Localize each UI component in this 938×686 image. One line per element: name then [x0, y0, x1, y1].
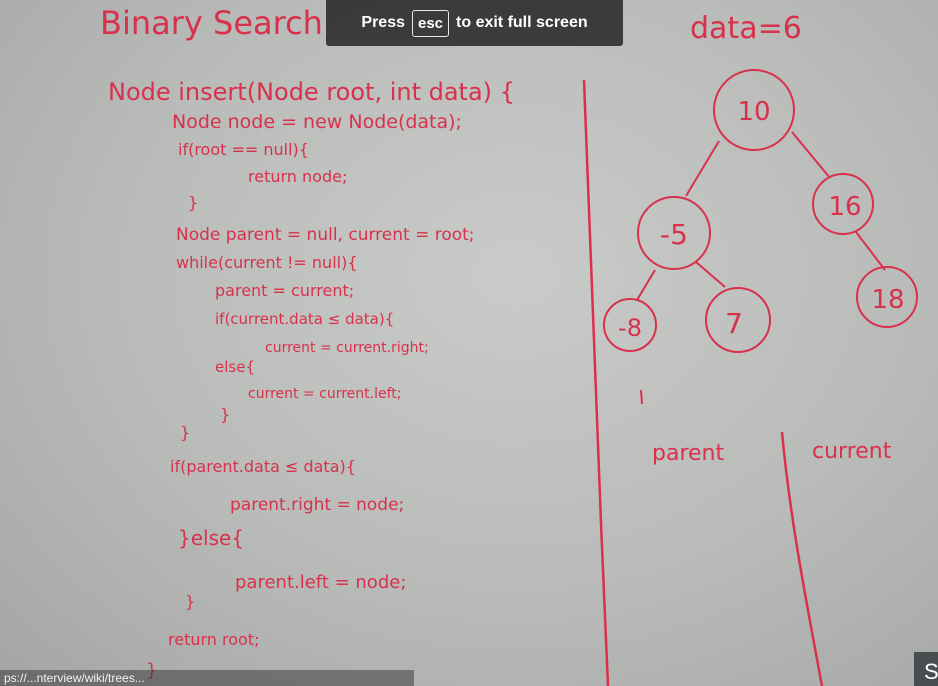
divider-line — [582, 79, 610, 686]
code-line: parent.right = node; — [230, 495, 404, 515]
parent-label: parent — [652, 441, 724, 466]
svg-text:10: 10 — [737, 97, 770, 127]
ink-mark — [640, 389, 643, 405]
code-line: } — [180, 423, 190, 442]
tree-node: 18 — [856, 266, 918, 328]
corner-overlay-tile[interactable]: S — [914, 652, 938, 686]
svg-text:-8: -8 — [618, 314, 642, 342]
code-line: while(current != null){ — [176, 253, 358, 272]
code-line: Node parent = null, current = root; — [176, 225, 475, 245]
svg-text:7: 7 — [725, 307, 743, 340]
code-line: else{ — [215, 358, 255, 376]
esc-key-badge[interactable]: esc — [411, 9, 450, 37]
status-url-bar: ps://...nterview/wiki/trees... — [0, 670, 414, 686]
whiteboard: Binary Search data=6 Node insert(Node ro… — [100, 4, 918, 686]
code-line: if(root == null){ — [178, 140, 309, 159]
tree-node: -8 — [603, 298, 657, 352]
svg-text:18: 18 — [871, 285, 904, 315]
banner-suffix-text: to exit full screen — [456, 14, 588, 31]
tree-node: -5 — [637, 196, 711, 270]
divider-line — [780, 431, 824, 686]
tree-node: 16 — [812, 173, 874, 235]
tree-node: 7 — [705, 287, 771, 353]
code-line: parent = current; — [215, 281, 354, 300]
code-line: return node; — [248, 167, 347, 186]
top-right-note: data=6 — [690, 11, 802, 46]
code-line: } — [188, 193, 198, 212]
code-line: if(current.data ≤ data){ — [215, 310, 394, 328]
code-line: } — [220, 405, 230, 424]
code-line: current = current.right; — [265, 340, 429, 356]
fullscreen-exit-banner: Press esc to exit full screen — [326, 0, 623, 46]
code-line: }else{ — [178, 526, 244, 550]
code-line: current = current.left; — [248, 386, 401, 402]
code-line: Node insert(Node root, int data) { — [108, 78, 515, 106]
code-line: return root; — [168, 630, 259, 649]
code-line: Node node = new Node(data); — [172, 111, 462, 133]
code-line: parent.left = node; — [235, 572, 406, 593]
code-line: if(parent.data ≤ data){ — [170, 457, 356, 476]
banner-press-text: Press — [361, 14, 405, 31]
current-label: current — [812, 439, 892, 464]
board-title: Binary Search — [100, 4, 323, 42]
svg-text:-5: -5 — [660, 218, 688, 251]
tree-node: 10 — [713, 69, 795, 151]
svg-text:16: 16 — [828, 192, 861, 222]
code-line: } — [185, 592, 195, 611]
